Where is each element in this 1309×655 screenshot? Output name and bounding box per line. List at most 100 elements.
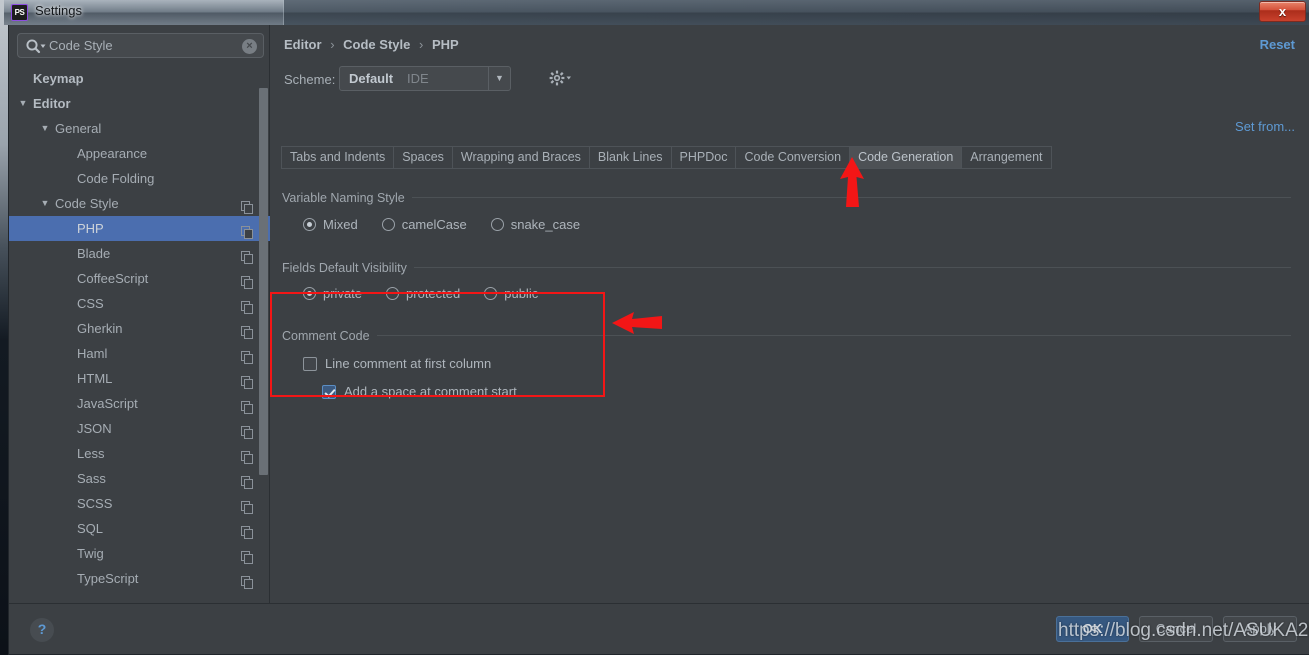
radio-camelcase[interactable]: camelCase	[381, 217, 467, 232]
copy-scheme-icon[interactable]	[241, 197, 253, 214]
checkbox-icon[interactable]	[303, 356, 317, 371]
copy-scheme-icon[interactable]	[241, 247, 253, 264]
tab-wrapping-and-braces[interactable]: Wrapping and Braces	[452, 147, 590, 168]
clear-search-icon[interactable]: ×	[242, 39, 257, 54]
ok-button[interactable]: OK	[1056, 616, 1129, 642]
breadcrumb-item-code-style[interactable]: Code Style	[343, 37, 410, 52]
sidebar-item-label: JavaScript	[77, 396, 138, 411]
sidebar-item-typescript[interactable]: TypeScript	[9, 566, 270, 591]
radio-button-icon[interactable]	[386, 287, 400, 300]
cancel-button[interactable]: Cancel	[1139, 616, 1213, 642]
group-title-variable-naming: Variable Naming Style	[282, 191, 412, 205]
copy-scheme-icon[interactable]	[241, 372, 253, 389]
tab-arrangement[interactable]: Arrangement	[962, 147, 1051, 168]
radio-button-icon[interactable]	[381, 218, 395, 231]
close-icon[interactable]: x	[1259, 1, 1306, 22]
sidebar-item-label: SQL	[77, 521, 104, 536]
copy-scheme-icon[interactable]	[241, 322, 253, 339]
sidebar-item-appearance[interactable]: Appearance	[9, 141, 270, 166]
radio-public[interactable]: public	[484, 286, 538, 301]
copy-scheme-icon[interactable]	[241, 497, 253, 514]
copy-scheme-icon[interactable]	[241, 572, 253, 589]
copy-scheme-icon[interactable]	[241, 522, 253, 539]
settings-tree[interactable]: Keymap ▼ Editor ▼ General Appearance Code Fold…	[9, 66, 270, 603]
copy-scheme-icon[interactable]	[241, 347, 253, 364]
sidebar-item-label: Editor	[33, 96, 71, 111]
sidebar-item-label: General	[55, 121, 102, 136]
radio-label: snake_case	[510, 217, 581, 232]
sidebar-item-javascript[interactable]: JavaScript	[9, 391, 270, 416]
sidebar-item-keymap[interactable]: Keymap	[9, 66, 270, 91]
scheme-dropdown[interactable]: Default IDE ▼	[339, 66, 511, 91]
copy-scheme-icon[interactable]	[241, 222, 253, 239]
sidebar-item-general[interactable]: ▼ General	[9, 116, 270, 141]
sidebar-item-code-folding[interactable]: Code Folding	[9, 166, 270, 191]
gear-icon[interactable]	[548, 69, 572, 87]
radio-protected[interactable]: protected	[386, 286, 460, 301]
sidebar-item-label: CSS	[77, 296, 104, 311]
radio-button-icon[interactable]	[484, 287, 498, 300]
sidebar-item-sql[interactable]: SQL	[9, 516, 270, 541]
tab-blank-lines[interactable]: Blank Lines	[589, 147, 672, 168]
checkbox-icon[interactable]	[322, 384, 336, 399]
copy-scheme-icon[interactable]	[241, 397, 253, 414]
search-icon[interactable]	[25, 38, 47, 55]
checkbox-label: Add a space at comment start	[344, 384, 517, 399]
sidebar-item-label: Twig	[77, 546, 104, 561]
window-body: Code Style × Keymap ▼ Editor ▼ General Appear…	[8, 25, 1309, 655]
sidebar-item-sass[interactable]: Sass	[9, 466, 270, 491]
sidebar-item-twig[interactable]: Twig	[9, 541, 270, 566]
checkbox-row-add-space[interactable]: Add a space at comment start	[322, 384, 517, 399]
sidebar-item-code-style[interactable]: ▼ Code Style	[9, 191, 270, 216]
breadcrumb-item-php[interactable]: PHP	[432, 37, 459, 52]
copy-scheme-icon[interactable]	[241, 472, 253, 489]
reset-link[interactable]: Reset	[1260, 37, 1295, 52]
radio-private[interactable]: private	[303, 286, 362, 301]
radio-mixed[interactable]: Mixed	[303, 217, 358, 232]
radio-button-icon[interactable]	[303, 218, 316, 231]
breadcrumb-separator: ›	[418, 37, 424, 52]
search-input[interactable]: Code Style ×	[17, 33, 264, 58]
copy-scheme-icon[interactable]	[241, 297, 253, 314]
settings-sidebar: Code Style × Keymap ▼ Editor ▼ General Appear…	[9, 25, 270, 603]
help-icon[interactable]: ?	[30, 618, 54, 642]
sidebar-scrollbar-thumb[interactable]	[259, 88, 268, 475]
sidebar-item-label: Code Style	[55, 196, 119, 211]
radio-label: protected	[406, 286, 461, 301]
chevron-down-icon[interactable]: ▼	[488, 67, 510, 90]
tab-spaces[interactable]: Spaces	[394, 147, 453, 168]
sidebar-item-editor[interactable]: ▼ Editor	[9, 91, 270, 116]
radio-snake-case[interactable]: snake_case	[490, 217, 581, 232]
sidebar-item-html[interactable]: HTML	[9, 366, 270, 391]
radio-label: private	[323, 286, 363, 301]
radio-label: Mixed	[323, 217, 358, 232]
checkbox-row-line-comment[interactable]: Line comment at first column	[303, 356, 491, 371]
sidebar-item-less[interactable]: Less	[9, 441, 270, 466]
apply-button[interactable]: Apply	[1223, 616, 1297, 642]
tree-expand-arrow-icon[interactable]: ▼	[38, 116, 52, 141]
sidebar-item-gherkin[interactable]: Gherkin	[9, 316, 270, 341]
tab-code-conversion[interactable]: Code Conversion	[736, 147, 851, 168]
tab-phpdoc[interactable]: PHPDoc	[671, 147, 737, 168]
tab-code-generation[interactable]: Code Generation	[850, 147, 963, 168]
sidebar-item-php[interactable]: PHP	[9, 216, 270, 241]
tab-tabs-and-indents[interactable]: Tabs and Indents	[282, 147, 395, 168]
radio-button-icon[interactable]	[490, 218, 504, 231]
sidebar-item-scss[interactable]: SCSS	[9, 491, 270, 516]
tree-expand-arrow-icon[interactable]: ▼	[38, 191, 52, 216]
sidebar-item-css[interactable]: CSS	[9, 291, 270, 316]
sidebar-item-blade[interactable]: Blade	[9, 241, 270, 266]
copy-scheme-icon[interactable]	[241, 547, 253, 564]
tree-expand-arrow-icon[interactable]: ▼	[16, 91, 30, 116]
set-from-link[interactable]: Set from...	[1235, 119, 1295, 134]
sidebar-item-json[interactable]: JSON	[9, 416, 270, 441]
dialog-footer: ? OK Cancel Apply	[9, 603, 1309, 654]
copy-scheme-icon[interactable]	[241, 447, 253, 464]
breadcrumb-item-editor[interactable]: Editor	[284, 37, 322, 52]
radio-button-icon[interactable]	[303, 287, 316, 300]
radio-label: camelCase	[401, 217, 467, 232]
sidebar-item-haml[interactable]: Haml	[9, 341, 270, 366]
copy-scheme-icon[interactable]	[241, 272, 253, 289]
sidebar-item-coffeescript[interactable]: CoffeeScript	[9, 266, 270, 291]
copy-scheme-icon[interactable]	[241, 422, 253, 439]
